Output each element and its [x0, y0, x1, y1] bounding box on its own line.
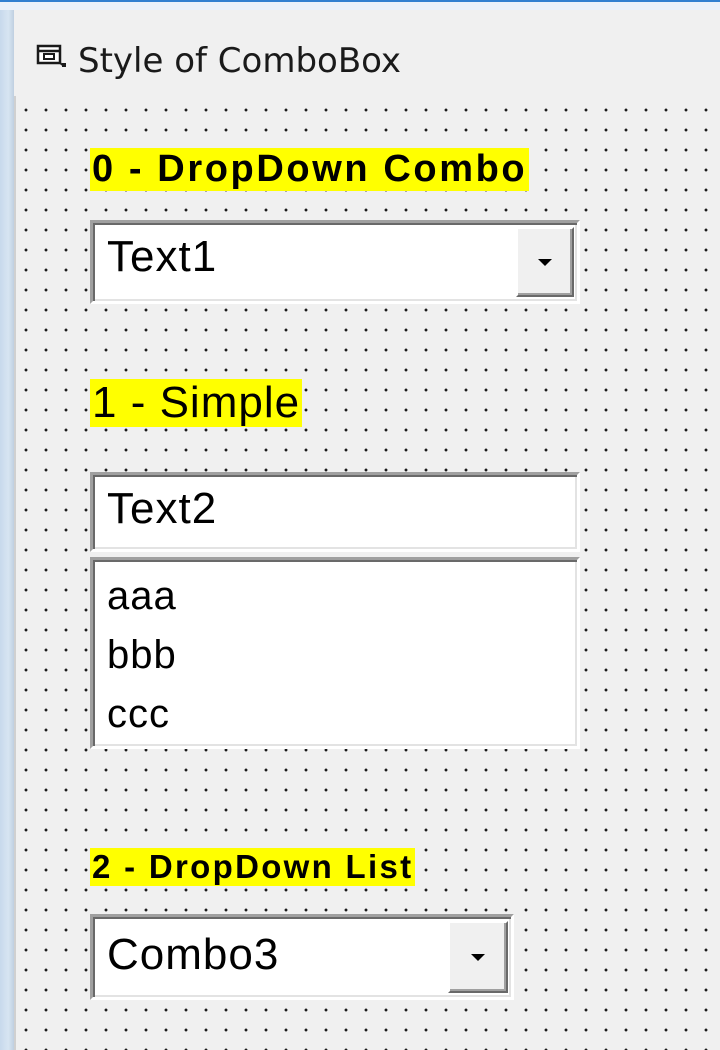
simple-combo-text[interactable]: Text2 — [107, 487, 217, 531]
chevron-down-icon — [471, 954, 485, 961]
dropdown-list-combo[interactable]: Combo3 — [90, 914, 514, 1000]
title-bar[interactable]: Style of ComboBox — [14, 10, 720, 96]
list-item[interactable]: bbb — [107, 635, 177, 675]
dropdown-list-text[interactable]: Combo3 — [107, 933, 279, 977]
window-frame-left — [0, 10, 14, 1050]
dropdown-combo[interactable]: Text1 — [90, 220, 580, 304]
dropdown-list-button[interactable] — [448, 921, 508, 993]
simple-combo-list[interactable]: aaa bbb ccc — [90, 557, 580, 749]
list-item[interactable]: ccc — [107, 694, 170, 734]
form-design-area: 0 - DropDown Combo Text1 1 - Simple Text… — [14, 96, 720, 1050]
simple-combo-label: 1 - Simple — [90, 378, 303, 427]
dropdown-combo-label: 0 - DropDown Combo — [90, 148, 530, 191]
list-item[interactable]: aaa — [107, 576, 177, 616]
window-frame-top — [0, 0, 720, 10]
form-icon — [36, 43, 70, 69]
simple-combo-text-field[interactable]: Text2 — [90, 472, 580, 552]
form-window: Style of ComboBox 0 - DropDown Combo Tex… — [0, 0, 720, 1050]
dropdown-list-label: 2 - DropDown List — [90, 848, 416, 886]
window-title: Style of ComboBox — [78, 41, 402, 81]
chevron-down-icon — [538, 259, 552, 266]
dropdown-combo-text[interactable]: Text1 — [107, 235, 217, 279]
dropdown-combo-button[interactable] — [516, 227, 574, 297]
